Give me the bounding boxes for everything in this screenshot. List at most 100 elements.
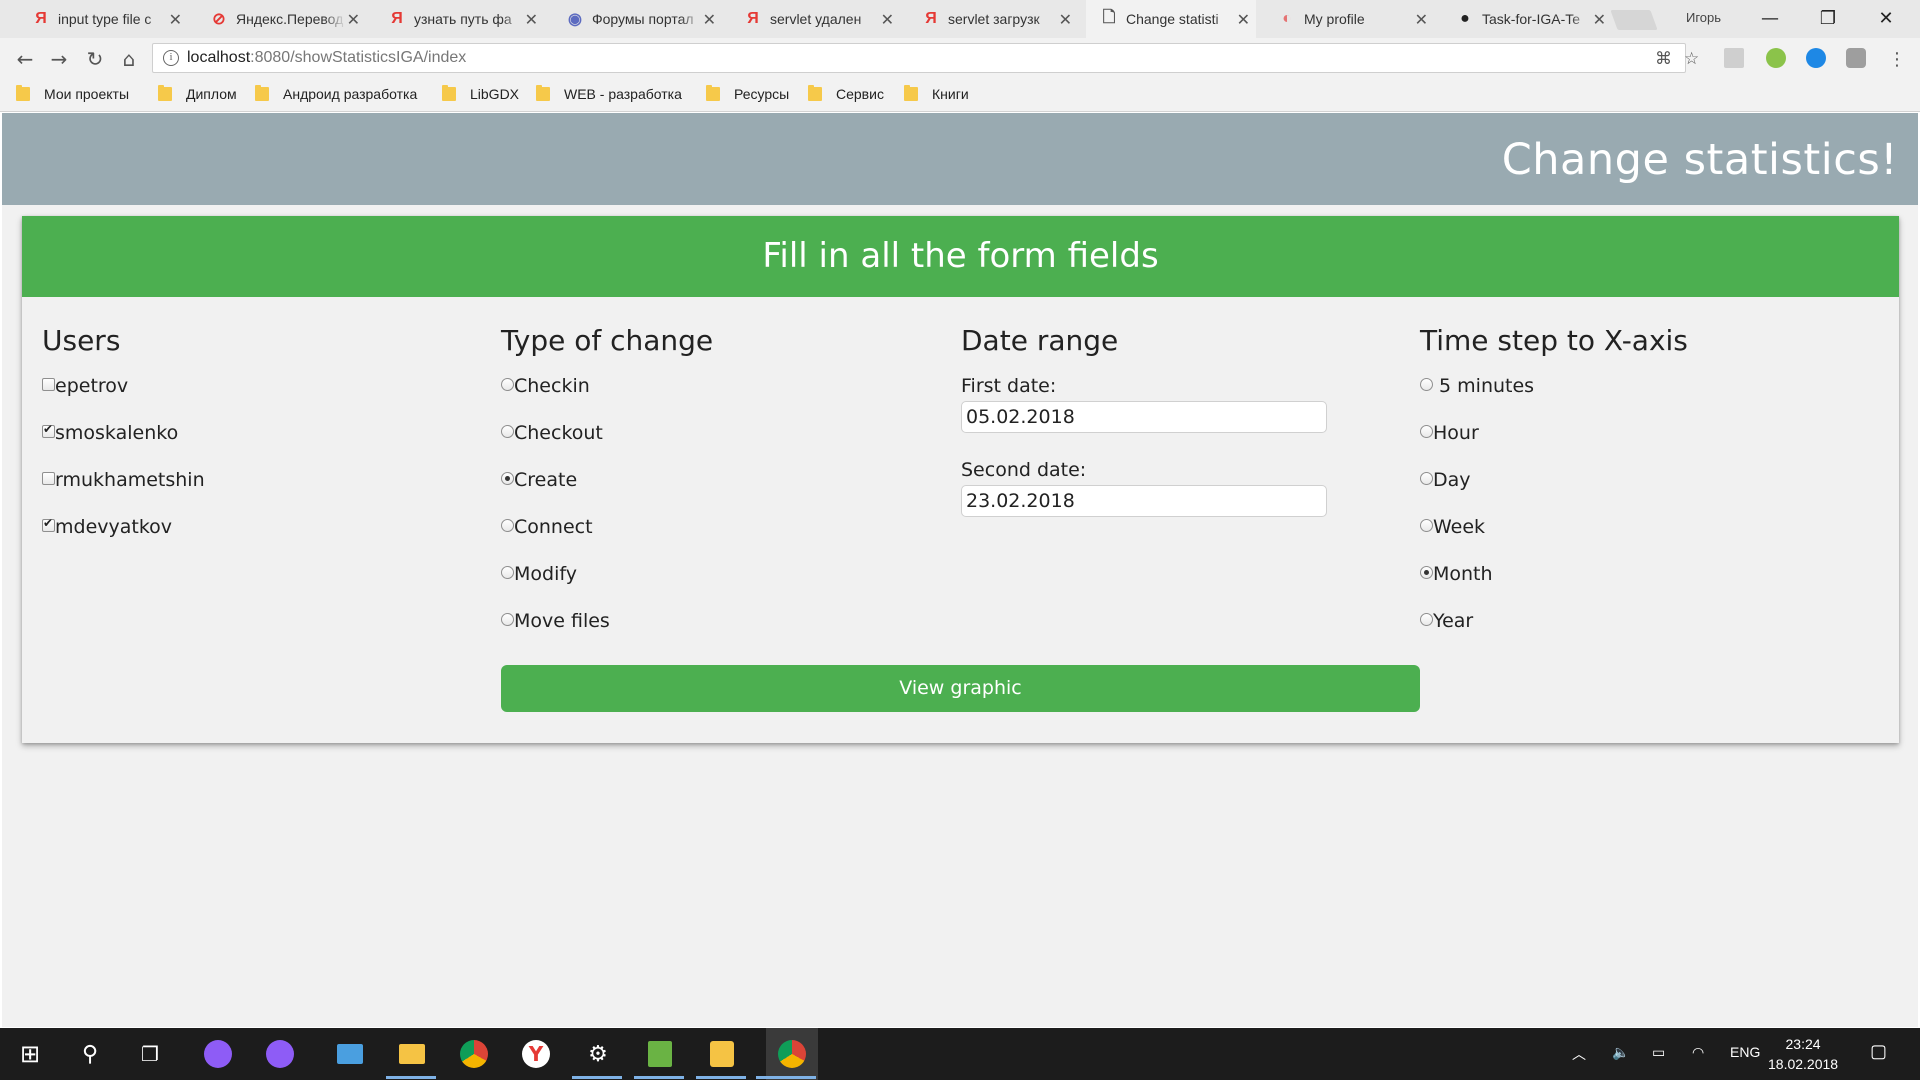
step-option-month[interactable]: Month (1420, 563, 1860, 610)
user-option-smoskalenko[interactable]: smoskalenko (42, 422, 482, 469)
close-icon[interactable]: ✕ (1059, 10, 1072, 30)
language-indicator[interactable]: ENG (1730, 1044, 1760, 1060)
user-checkbox[interactable] (42, 422, 55, 438)
user-option-rmukhametshin[interactable]: rmukhametshin (42, 469, 482, 516)
step-option-5-minutes[interactable]: 5 minutes (1420, 375, 1860, 422)
profile-name[interactable]: Игорь (1686, 10, 1721, 25)
step-option-day[interactable]: Day (1420, 469, 1860, 516)
settings-gear-icon[interactable]: ⚙ (580, 1036, 616, 1072)
tab-2[interactable]: Я узнать путь фа ✕ (374, 0, 544, 38)
change-option-create[interactable]: Create (501, 469, 941, 516)
chrome-icon[interactable] (456, 1036, 492, 1072)
step-radio[interactable] (1420, 613, 1433, 626)
close-icon[interactable]: ✕ (169, 10, 182, 30)
battery-icon[interactable]: ▭ (1652, 1044, 1665, 1061)
step-radio[interactable] (1420, 472, 1433, 485)
close-icon[interactable]: ✕ (347, 10, 360, 30)
url-text[interactable]: localhost:8080/showStatisticsIGA/index (187, 49, 466, 67)
close-icon[interactable]: ✕ (703, 10, 716, 30)
chevron-up-icon[interactable]: ︿ (1572, 1044, 1586, 1064)
change-radio[interactable] (501, 472, 514, 485)
forward-icon[interactable]: → (46, 46, 72, 72)
tab-6-active[interactable]: 🗋 Change statisti ✕ (1086, 0, 1256, 38)
control-panel-icon[interactable] (332, 1036, 368, 1072)
alice-icon[interactable] (200, 1036, 236, 1072)
user-checkbox[interactable] (42, 516, 55, 532)
change-option-checkout[interactable]: Checkout (501, 422, 941, 469)
user-option-epetrov[interactable]: epetrov (42, 375, 482, 422)
first-date-input[interactable] (961, 401, 1327, 433)
change-radio[interactable] (501, 566, 514, 579)
bookmark-7[interactable]: Книги (904, 85, 969, 102)
home-icon[interactable]: ⌂ (116, 46, 142, 72)
bookmark-0[interactable]: Мои проекты (16, 85, 129, 102)
close-icon[interactable]: ✕ (525, 10, 538, 30)
microphone-icon[interactable] (262, 1036, 298, 1072)
close-window-icon[interactable]: ✕ (1858, 0, 1914, 36)
search-icon[interactable]: ⚲ (72, 1036, 108, 1072)
menu-icon[interactable]: ⋮ (1884, 46, 1910, 72)
tab-4[interactable]: Я servlet удален ✕ (730, 0, 900, 38)
bookmark-5[interactable]: Ресурсы (706, 85, 789, 102)
tab-5[interactable]: Я servlet загрузк ✕ (908, 0, 1078, 38)
lightbulb-icon[interactable] (704, 1036, 740, 1072)
task-view-icon[interactable]: ❐ (132, 1036, 168, 1072)
step-option-year[interactable]: Year (1420, 610, 1860, 657)
pdf-extension-icon[interactable] (1724, 48, 1744, 68)
step-option-hour[interactable]: Hour (1420, 422, 1860, 469)
step-option-week[interactable]: Week (1420, 516, 1860, 563)
change-radio[interactable] (501, 378, 514, 391)
windows-start-icon[interactable]: ⊞ (12, 1036, 48, 1072)
restore-icon[interactable]: ❐ (1800, 0, 1856, 36)
new-tab-button[interactable] (1610, 10, 1658, 30)
volume-icon[interactable]: 🔈 (1612, 1044, 1629, 1061)
wifi-icon[interactable]: ◠ (1692, 1044, 1704, 1061)
close-icon[interactable]: ✕ (1593, 10, 1606, 30)
bookmark-1[interactable]: Диплом (158, 85, 237, 102)
bookmark-4[interactable]: WEB - разработка (536, 85, 682, 102)
yandex-browser-icon[interactable]: Y (518, 1036, 554, 1072)
tab-8[interactable]: ● Task-for-IGA-Te ✕ (1442, 0, 1612, 38)
bookmark-2[interactable]: Андроид разработка (255, 85, 425, 102)
close-icon[interactable]: ✕ (1415, 10, 1428, 30)
close-icon[interactable]: ✕ (1237, 10, 1250, 30)
change-radio[interactable] (501, 425, 514, 438)
tab-0[interactable]: Я input type file c ✕ (18, 0, 188, 38)
bookmark-star-icon[interactable]: ☆ (1684, 49, 1699, 69)
reload-icon[interactable]: ↻ (82, 46, 108, 72)
android-studio-icon[interactable] (642, 1036, 678, 1072)
user-option-mdevyatkov[interactable]: mdevyatkov (42, 516, 482, 563)
tab-3[interactable]: ◉ Форумы портал ✕ (552, 0, 722, 38)
close-icon[interactable]: ✕ (881, 10, 894, 30)
change-option-modify[interactable]: Modify (501, 563, 941, 610)
user-checkbox[interactable] (42, 378, 55, 391)
step-radio[interactable] (1420, 566, 1433, 579)
step-radio[interactable] (1420, 425, 1433, 438)
bookmark-3[interactable]: LibGDX (442, 85, 519, 102)
clock[interactable]: 23:24 18.02.2018 (1768, 1034, 1838, 1074)
tab-1[interactable]: ⊘ Яндекс.Перевод ✕ (196, 0, 366, 38)
minimize-icon[interactable]: — (1742, 0, 1798, 36)
file-explorer-icon[interactable] (394, 1036, 430, 1072)
back-icon[interactable]: ← (12, 46, 38, 72)
user-checkbox[interactable] (42, 472, 55, 485)
change-option-connect[interactable]: Connect (501, 516, 941, 563)
info-icon[interactable]: i (163, 50, 179, 66)
shield-icon[interactable] (1846, 48, 1866, 68)
tab-7[interactable]: ◐ My profile ✕ (1264, 0, 1434, 38)
translate-icon[interactable]: ⌘ (1655, 49, 1672, 69)
notifications-icon[interactable]: ▢ (1870, 1041, 1887, 1062)
view-graphic-button[interactable]: View graphic (501, 665, 1420, 712)
step-radio[interactable] (1420, 378, 1433, 391)
change-radio[interactable] (501, 613, 514, 626)
extension-blue-icon[interactable] (1806, 48, 1826, 68)
change-option-move-files[interactable]: Move files (501, 610, 941, 657)
extension-green-icon[interactable] (1766, 48, 1786, 68)
address-bar[interactable]: i localhost:8080/showStatisticsIGA/index… (152, 43, 1699, 73)
chrome-active-icon[interactable] (766, 1028, 818, 1080)
change-radio[interactable] (501, 519, 514, 532)
step-radio[interactable] (1420, 519, 1433, 532)
bookmark-6[interactable]: Сервис (808, 85, 884, 102)
second-date-input[interactable] (961, 485, 1327, 517)
change-option-checkin[interactable]: Checkin (501, 375, 941, 422)
